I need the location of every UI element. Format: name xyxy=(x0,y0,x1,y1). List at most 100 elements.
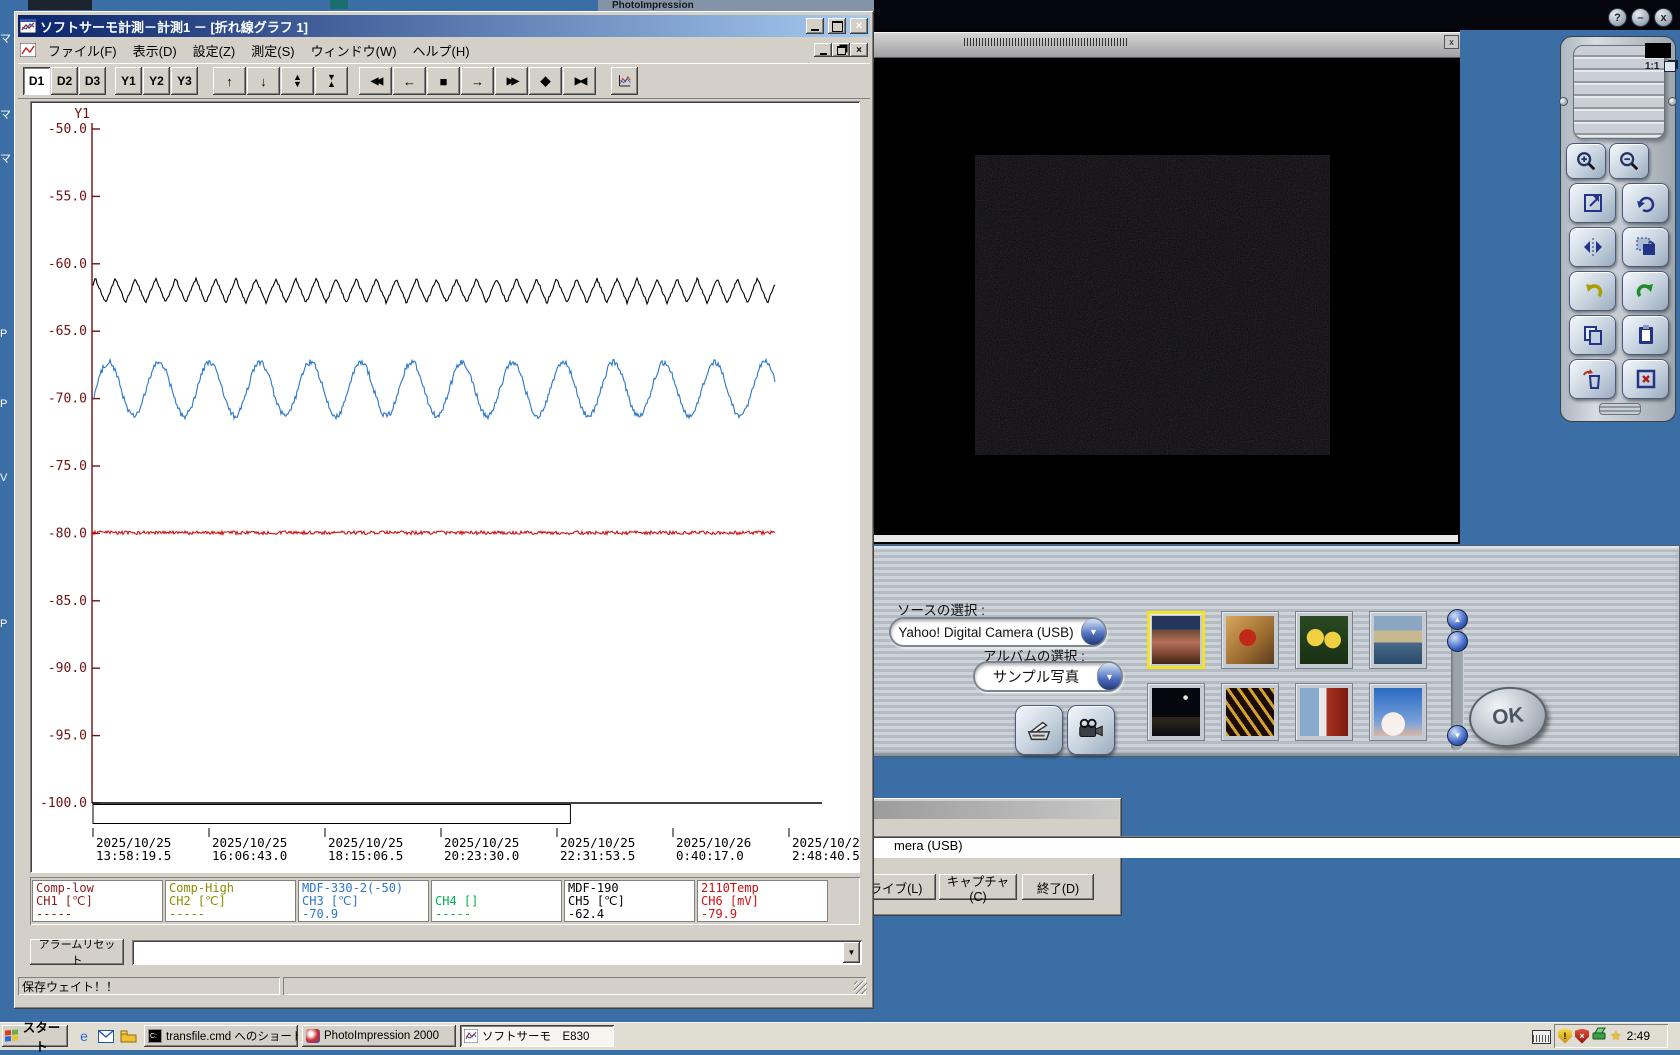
softthermo-titlebar[interactable]: ソフトサーモ計測－計測1 － [折れ線グラフ 1] × xyxy=(18,15,870,37)
thumbnail-cardinal-bird[interactable] xyxy=(1221,611,1279,669)
resize-grip[interactable] xyxy=(854,981,867,994)
removable-device-icon[interactable] xyxy=(1592,1027,1607,1045)
close-image-button[interactable] xyxy=(1622,359,1669,399)
toolbar-button-step-back[interactable]: ← xyxy=(393,67,426,95)
delete-button[interactable] xyxy=(1569,359,1616,399)
toolbar-button-center[interactable]: ◆ xyxy=(529,67,562,95)
scroll-thumb[interactable] xyxy=(1447,631,1468,652)
legend-channel-6: 2110Temp CH6 [mV] -79.9 xyxy=(697,880,828,922)
menu-item[interactable]: 設定(Z) xyxy=(185,39,244,62)
legend-channel-5: MDF-190 CH5 [℃] -62.4 xyxy=(564,880,695,922)
child-chart-icon[interactable] xyxy=(20,43,36,57)
start-button[interactable]: スタート xyxy=(2,1025,68,1047)
toolbar-button-d3[interactable]: D3 xyxy=(79,67,106,95)
thumbnail-red-rock-spires[interactable] xyxy=(1147,611,1205,669)
toolbar-button-y3[interactable]: Y3 xyxy=(171,67,198,95)
menu-item[interactable]: ヘルプ(H) xyxy=(405,39,478,62)
rotate-button[interactable] xyxy=(1622,183,1669,223)
thumbnail-lighthouse-ship[interactable] xyxy=(1295,683,1353,741)
toolbar-button-shift-down[interactable]: ↓ xyxy=(247,67,280,95)
toolbar-button-y1[interactable]: Y1 xyxy=(115,67,142,95)
child-minimize-icon[interactable] xyxy=(814,43,832,57)
child-close-icon[interactable]: × xyxy=(850,43,868,57)
paste-button[interactable] xyxy=(1622,315,1669,355)
toolbar-button-step-forward[interactable]: → xyxy=(461,67,494,95)
scroll-up-icon[interactable]: ▲ xyxy=(1447,609,1468,630)
toolbar-button-d1[interactable]: D1 xyxy=(23,67,50,95)
maximize-icon[interactable] xyxy=(828,18,846,34)
chevron-down-icon[interactable]: ▼ xyxy=(1081,619,1105,645)
menu-item[interactable]: 測定(S) xyxy=(243,39,302,62)
svg-text:-80.0: -80.0 xyxy=(48,526,87,541)
thumbnail-yellow-flowers[interactable] xyxy=(1295,611,1353,669)
toolbar-button-shift-up[interactable]: ↑ xyxy=(213,67,246,95)
photoimpression-tool-panel: 1:1 xyxy=(1560,36,1676,422)
line-chart: Y1-50.0-55.0-60.0-65.0-70.0-75.0-80.0-85… xyxy=(30,101,860,873)
security-off-shield-icon[interactable]: × xyxy=(1575,1029,1589,1044)
menu-item[interactable]: ウィンドウ(W) xyxy=(303,39,405,62)
crop-rotate-button[interactable] xyxy=(1622,227,1669,267)
panel-grip[interactable] xyxy=(1573,45,1665,139)
toolbar-button-compress-scale[interactable]: ▼▲ xyxy=(315,67,348,95)
thumbnail-harbor-boats[interactable] xyxy=(1369,611,1427,669)
undo-button[interactable] xyxy=(1569,271,1616,311)
legend-channel-1: Comp-low CH1 [℃] ----- xyxy=(32,880,163,922)
toolbar-button-fast-forward[interactable]: ▶▶ xyxy=(495,67,528,95)
scanner-source-button[interactable] xyxy=(1015,705,1063,755)
toolbar-button-graph-view[interactable] xyxy=(611,67,638,95)
album-select-dropdown[interactable]: サンプル写真 ▼ xyxy=(973,661,1123,692)
toolbar-button-y2[interactable]: Y2 xyxy=(143,67,170,95)
outlook-express-icon[interactable] xyxy=(96,1026,116,1046)
internet-explorer-icon[interactable]: e xyxy=(74,1026,94,1046)
exit-button[interactable]: 終了(D) xyxy=(1022,874,1094,900)
minimize-button[interactable]: – xyxy=(1631,8,1650,27)
toolbar-button-d2[interactable]: D2 xyxy=(51,67,78,95)
photoimpression-titlebar[interactable]: PhotoImpression xyxy=(598,0,874,11)
source-select-dropdown[interactable]: Yahoo! Digital Camera (USB) ▼ xyxy=(889,617,1107,647)
toolbar-button-fast-rewind[interactable]: ◀◀ xyxy=(359,67,392,95)
legend-channel-4: CH4 [] ----- xyxy=(431,880,562,922)
taskbar-task-1[interactable]: C:transfile.cmd へのショート... xyxy=(144,1025,298,1047)
chevron-down-icon[interactable]: ▼ xyxy=(1097,663,1121,690)
preview-close-icon[interactable]: x xyxy=(1444,35,1459,49)
desktop-fragment xyxy=(330,0,348,9)
copy-button[interactable] xyxy=(1569,315,1616,355)
keyboard-layout-icon[interactable] xyxy=(1532,1030,1551,1044)
panel-grip-small[interactable] xyxy=(1599,403,1641,415)
thumbnail-sky-clouds[interactable] xyxy=(1369,683,1427,741)
menu-item[interactable]: ファイル(F) xyxy=(40,39,125,62)
camera-source-button[interactable] xyxy=(1067,705,1115,755)
zoom-out-button[interactable] xyxy=(1609,143,1649,179)
ok-button[interactable]: OK xyxy=(1466,683,1550,751)
security-alert-shield-icon[interactable]: ! xyxy=(1558,1029,1572,1044)
desktop-folder-icon[interactable] xyxy=(118,1026,138,1046)
menu-item[interactable]: 表示(D) xyxy=(125,39,185,62)
fit-window-icon[interactable] xyxy=(1664,61,1676,72)
flip-horizontal-button[interactable] xyxy=(1569,227,1616,267)
taskbar-task-2[interactable]: PhotoImpression 2000 xyxy=(302,1025,456,1047)
minimize-icon[interactable] xyxy=(806,18,824,34)
toolbar-button-expand-scale[interactable]: ▲▼ xyxy=(281,67,314,95)
resize-button[interactable] xyxy=(1569,183,1616,223)
capture-button[interactable]: キャプチャ(C) xyxy=(939,874,1017,900)
star-icon[interactable]: ★ xyxy=(1610,1028,1622,1044)
thumbnail-night-skyline[interactable] xyxy=(1147,683,1205,741)
alarm-reset-button[interactable]: アラームリセット xyxy=(30,939,124,965)
close-button[interactable]: x xyxy=(1654,8,1673,27)
chevron-down-icon[interactable]: ▼ xyxy=(843,942,860,963)
child-restore-icon[interactable] xyxy=(832,43,850,57)
menubar: ファイル(F)表示(D)設定(Z)測定(S)ウィンドウ(W)ヘルプ(H) × xyxy=(18,39,870,61)
alarm-list-dropdown[interactable]: ▼ xyxy=(132,940,862,965)
scroll-down-icon[interactable]: ▼ xyxy=(1447,725,1468,746)
help-button[interactable]: ? xyxy=(1608,8,1627,27)
desktop-icon-label-fragment: V xyxy=(0,472,10,484)
taskbar-task-3[interactable]: ソフトサーモ E830 xyxy=(460,1025,614,1047)
redo-button[interactable] xyxy=(1622,271,1669,311)
close-icon[interactable]: × xyxy=(850,18,868,34)
desktop-fragment xyxy=(28,0,92,10)
toolbar-button-go-to-end[interactable]: ▶◀ xyxy=(563,67,596,95)
toolbar-button-stop[interactable]: ■ xyxy=(427,67,460,95)
thumbnail-gold-weave[interactable] xyxy=(1221,683,1279,741)
capture-source-dropdown[interactable]: mera (USB) ▼ xyxy=(788,836,1680,858)
zoom-in-button[interactable] xyxy=(1566,143,1606,179)
